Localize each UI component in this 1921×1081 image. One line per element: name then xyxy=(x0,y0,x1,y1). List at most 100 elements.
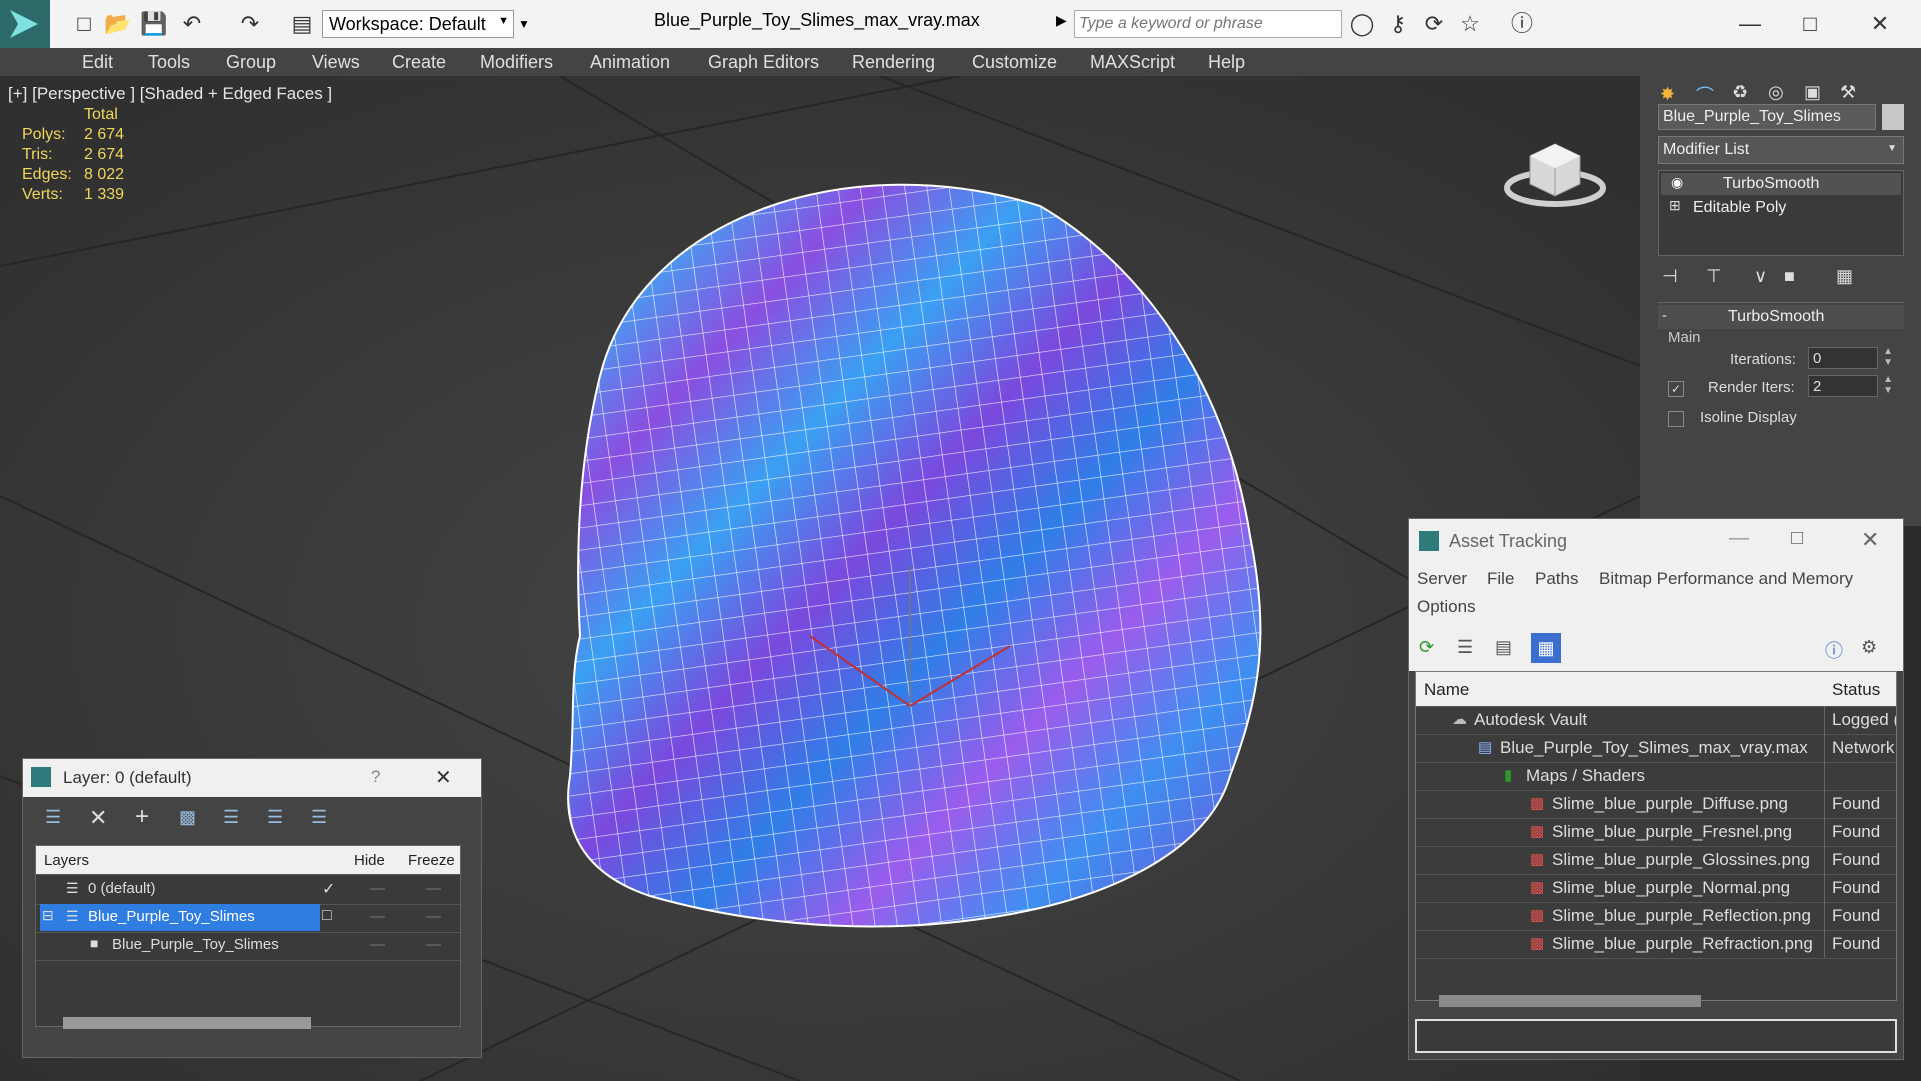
current-layer-check-icon[interactable]: ✓ xyxy=(322,879,335,899)
delete-layer-icon[interactable]: ✕ xyxy=(89,805,107,831)
app-logo-icon[interactable] xyxy=(0,0,50,48)
asset-row[interactable]: ▤ Blue_Purple_Toy_Slimes_max_vray.max Netw… xyxy=(1416,734,1896,763)
favorites-star-icon[interactable]: ☆ xyxy=(1456,10,1484,38)
close-icon[interactable]: ✕ xyxy=(435,765,452,790)
iterations-spinner[interactable]: 0 ▲ ▼ xyxy=(1808,346,1893,369)
asset-row[interactable]: ▩ Slime_blue_purple_Normal.png Found xyxy=(1416,874,1896,903)
menu-rendering[interactable]: Rendering xyxy=(852,48,935,76)
new-layer-icon[interactable]: ☰ xyxy=(45,807,61,828)
configure-sets-icon[interactable]: ▦ xyxy=(1836,266,1853,287)
stack-item-editable-poly[interactable]: ⊞ Editable Poly xyxy=(1661,197,1901,219)
new-file-icon[interactable]: □ xyxy=(70,10,98,38)
close-icon[interactable]: ✕ xyxy=(1861,527,1879,553)
col-status[interactable]: Status xyxy=(1832,680,1880,700)
asset-row[interactable]: ▮ Maps / Shaders xyxy=(1416,762,1896,791)
freeze-toggle[interactable]: — xyxy=(426,908,441,925)
menu-help[interactable]: Help xyxy=(1208,48,1245,76)
asset-row[interactable]: ▩ Slime_blue_purple_Fresnel.png Found xyxy=(1416,818,1896,847)
hide-toggle[interactable]: — xyxy=(370,908,385,925)
make-unique-icon[interactable]: ∨ xyxy=(1754,266,1767,287)
asset-row[interactable]: ▩ Slime_blue_purple_Reflection.png Found xyxy=(1416,902,1896,931)
menu-tools[interactable]: Tools xyxy=(148,48,190,76)
close-icon[interactable]: ✕ xyxy=(1866,10,1894,38)
list-view-icon[interactable]: ☰ xyxy=(1457,637,1473,658)
viewcube-icon[interactable] xyxy=(1500,126,1610,216)
col-hide[interactable]: Hide xyxy=(354,852,385,869)
asset-window-titlebar[interactable]: Asset Tracking — □ ✕ xyxy=(1409,519,1903,563)
menu-group[interactable]: Group xyxy=(226,48,276,76)
asset-row[interactable]: ☁ Autodesk Vault Logged ( xyxy=(1416,706,1896,735)
menu-customize[interactable]: Customize xyxy=(972,48,1057,76)
asset-row[interactable]: ▩ Slime_blue_purple_Diffuse.png Found xyxy=(1416,790,1896,819)
render-iters-spinner[interactable]: 2 ▲ ▼ xyxy=(1808,374,1893,397)
menu-animation[interactable]: Animation xyxy=(590,48,670,76)
help-icon[interactable]: ? xyxy=(371,767,380,787)
layer-object-row[interactable]: ■ Blue_Purple_Toy_Slimes — — xyxy=(36,932,460,961)
col-layers[interactable]: Layers xyxy=(44,852,89,869)
project-icon[interactable]: ▤ xyxy=(288,10,316,38)
asset-path-field[interactable] xyxy=(1415,1019,1897,1053)
search-input[interactable] xyxy=(1074,10,1342,38)
table-view-icon[interactable]: ▦ xyxy=(1531,633,1561,663)
hide-toggle[interactable]: — xyxy=(370,880,385,897)
tree-view-icon[interactable]: ▤ xyxy=(1495,637,1512,658)
rollout-header[interactable]: - TurboSmooth xyxy=(1658,305,1904,329)
create-tab-icon[interactable]: ✸ xyxy=(1660,84,1675,105)
spinner-arrows-icon[interactable]: ▲ ▼ xyxy=(1883,374,1893,396)
col-name[interactable]: Name xyxy=(1424,680,1469,700)
menu-modifiers[interactable]: Modifiers xyxy=(480,48,553,76)
remove-modifier-icon[interactable]: ■ xyxy=(1784,266,1795,287)
help-icon[interactable]: ⓘ xyxy=(1825,637,1843,663)
freeze-toggle[interactable]: — xyxy=(426,936,441,953)
search-arrow-icon[interactable]: ▶ xyxy=(1056,12,1067,29)
binoculars-icon[interactable]: ◯ xyxy=(1348,10,1376,38)
undo-icon[interactable]: ↶ xyxy=(178,10,206,38)
menu-graph-editors[interactable]: Graph Editors xyxy=(708,48,819,76)
layer-row[interactable]: ☰ 0 (default) ✓ — — xyxy=(36,876,460,905)
menu-views[interactable]: Views xyxy=(312,48,360,76)
quick-access-dropdown-icon[interactable]: ▼ xyxy=(518,10,536,38)
spinner-arrows-icon[interactable]: ▲ ▼ xyxy=(1883,346,1893,368)
expand-plus-icon[interactable]: ⊞ xyxy=(1669,197,1681,214)
menu-maxscript[interactable]: MAXScript xyxy=(1090,48,1175,76)
col-freeze[interactable]: Freeze xyxy=(408,852,455,869)
asset-row[interactable]: ▩ Slime_blue_purple_Refraction.png Found xyxy=(1416,930,1896,959)
make-current-icon[interactable]: ☰ xyxy=(267,807,283,828)
object-color-swatch[interactable] xyxy=(1882,104,1904,130)
select-layer-icon[interactable]: ☰ xyxy=(223,807,239,828)
freeze-toggle[interactable]: — xyxy=(426,880,441,897)
object-name-field[interactable]: Blue_Purple_Toy_Slimes xyxy=(1658,104,1876,130)
motion-tab-icon[interactable]: ◎ xyxy=(1768,82,1784,103)
render-iters-checkbox[interactable]: ✓ xyxy=(1668,381,1684,397)
current-layer-box-icon[interactable]: □ xyxy=(322,907,332,925)
key-icon[interactable]: ⚷ xyxy=(1384,10,1412,38)
pin-stack-icon[interactable]: ⊣ xyxy=(1662,266,1678,287)
menu-edit[interactable]: Edit xyxy=(82,48,113,76)
save-icon[interactable]: 💾 xyxy=(140,10,168,38)
add-to-layer-icon[interactable]: + xyxy=(135,803,149,831)
display-tab-icon[interactable]: ▣ xyxy=(1804,82,1821,103)
layer-row[interactable]: ⊟ ☰ Blue_Purple_Toy_Slimes □ — — xyxy=(36,904,460,933)
refresh-icon[interactable]: ⟳ xyxy=(1419,637,1434,658)
exchange-icon[interactable]: ⟳ xyxy=(1420,10,1448,38)
select-objects-icon[interactable]: ▩ xyxy=(179,807,196,828)
show-end-result-icon[interactable]: ⊤ xyxy=(1706,266,1722,287)
open-file-icon[interactable]: 📂 xyxy=(104,10,132,38)
menu-create[interactable]: Create xyxy=(392,48,446,76)
isoline-checkbox[interactable] xyxy=(1668,411,1684,427)
maximize-icon[interactable]: □ xyxy=(1791,527,1803,550)
minimize-icon[interactable]: — xyxy=(1729,527,1749,550)
asset-row[interactable]: ▩ Slime_blue_purple_Glossines.png Found xyxy=(1416,846,1896,875)
settings-icon[interactable]: ⚙ xyxy=(1861,637,1877,658)
minimize-icon[interactable]: — xyxy=(1736,10,1764,38)
asset-horizontal-scrollbar[interactable] xyxy=(1439,995,1701,1007)
redo-icon[interactable]: ↷ xyxy=(236,10,264,38)
menu-options[interactable]: Options xyxy=(1417,597,1476,617)
utilities-tab-icon[interactable]: ⚒ xyxy=(1840,82,1856,103)
menu-paths[interactable]: Paths xyxy=(1535,569,1578,589)
menu-server[interactable]: Server xyxy=(1417,569,1467,589)
viewport-label[interactable]: [+] [Perspective ] [Shaded + Edged Faces… xyxy=(8,84,332,104)
menu-file[interactable]: File xyxy=(1487,569,1514,589)
layer-window-titlebar[interactable]: Layer: 0 (default) ? ✕ xyxy=(23,759,481,797)
maximize-icon[interactable]: □ xyxy=(1796,10,1824,38)
